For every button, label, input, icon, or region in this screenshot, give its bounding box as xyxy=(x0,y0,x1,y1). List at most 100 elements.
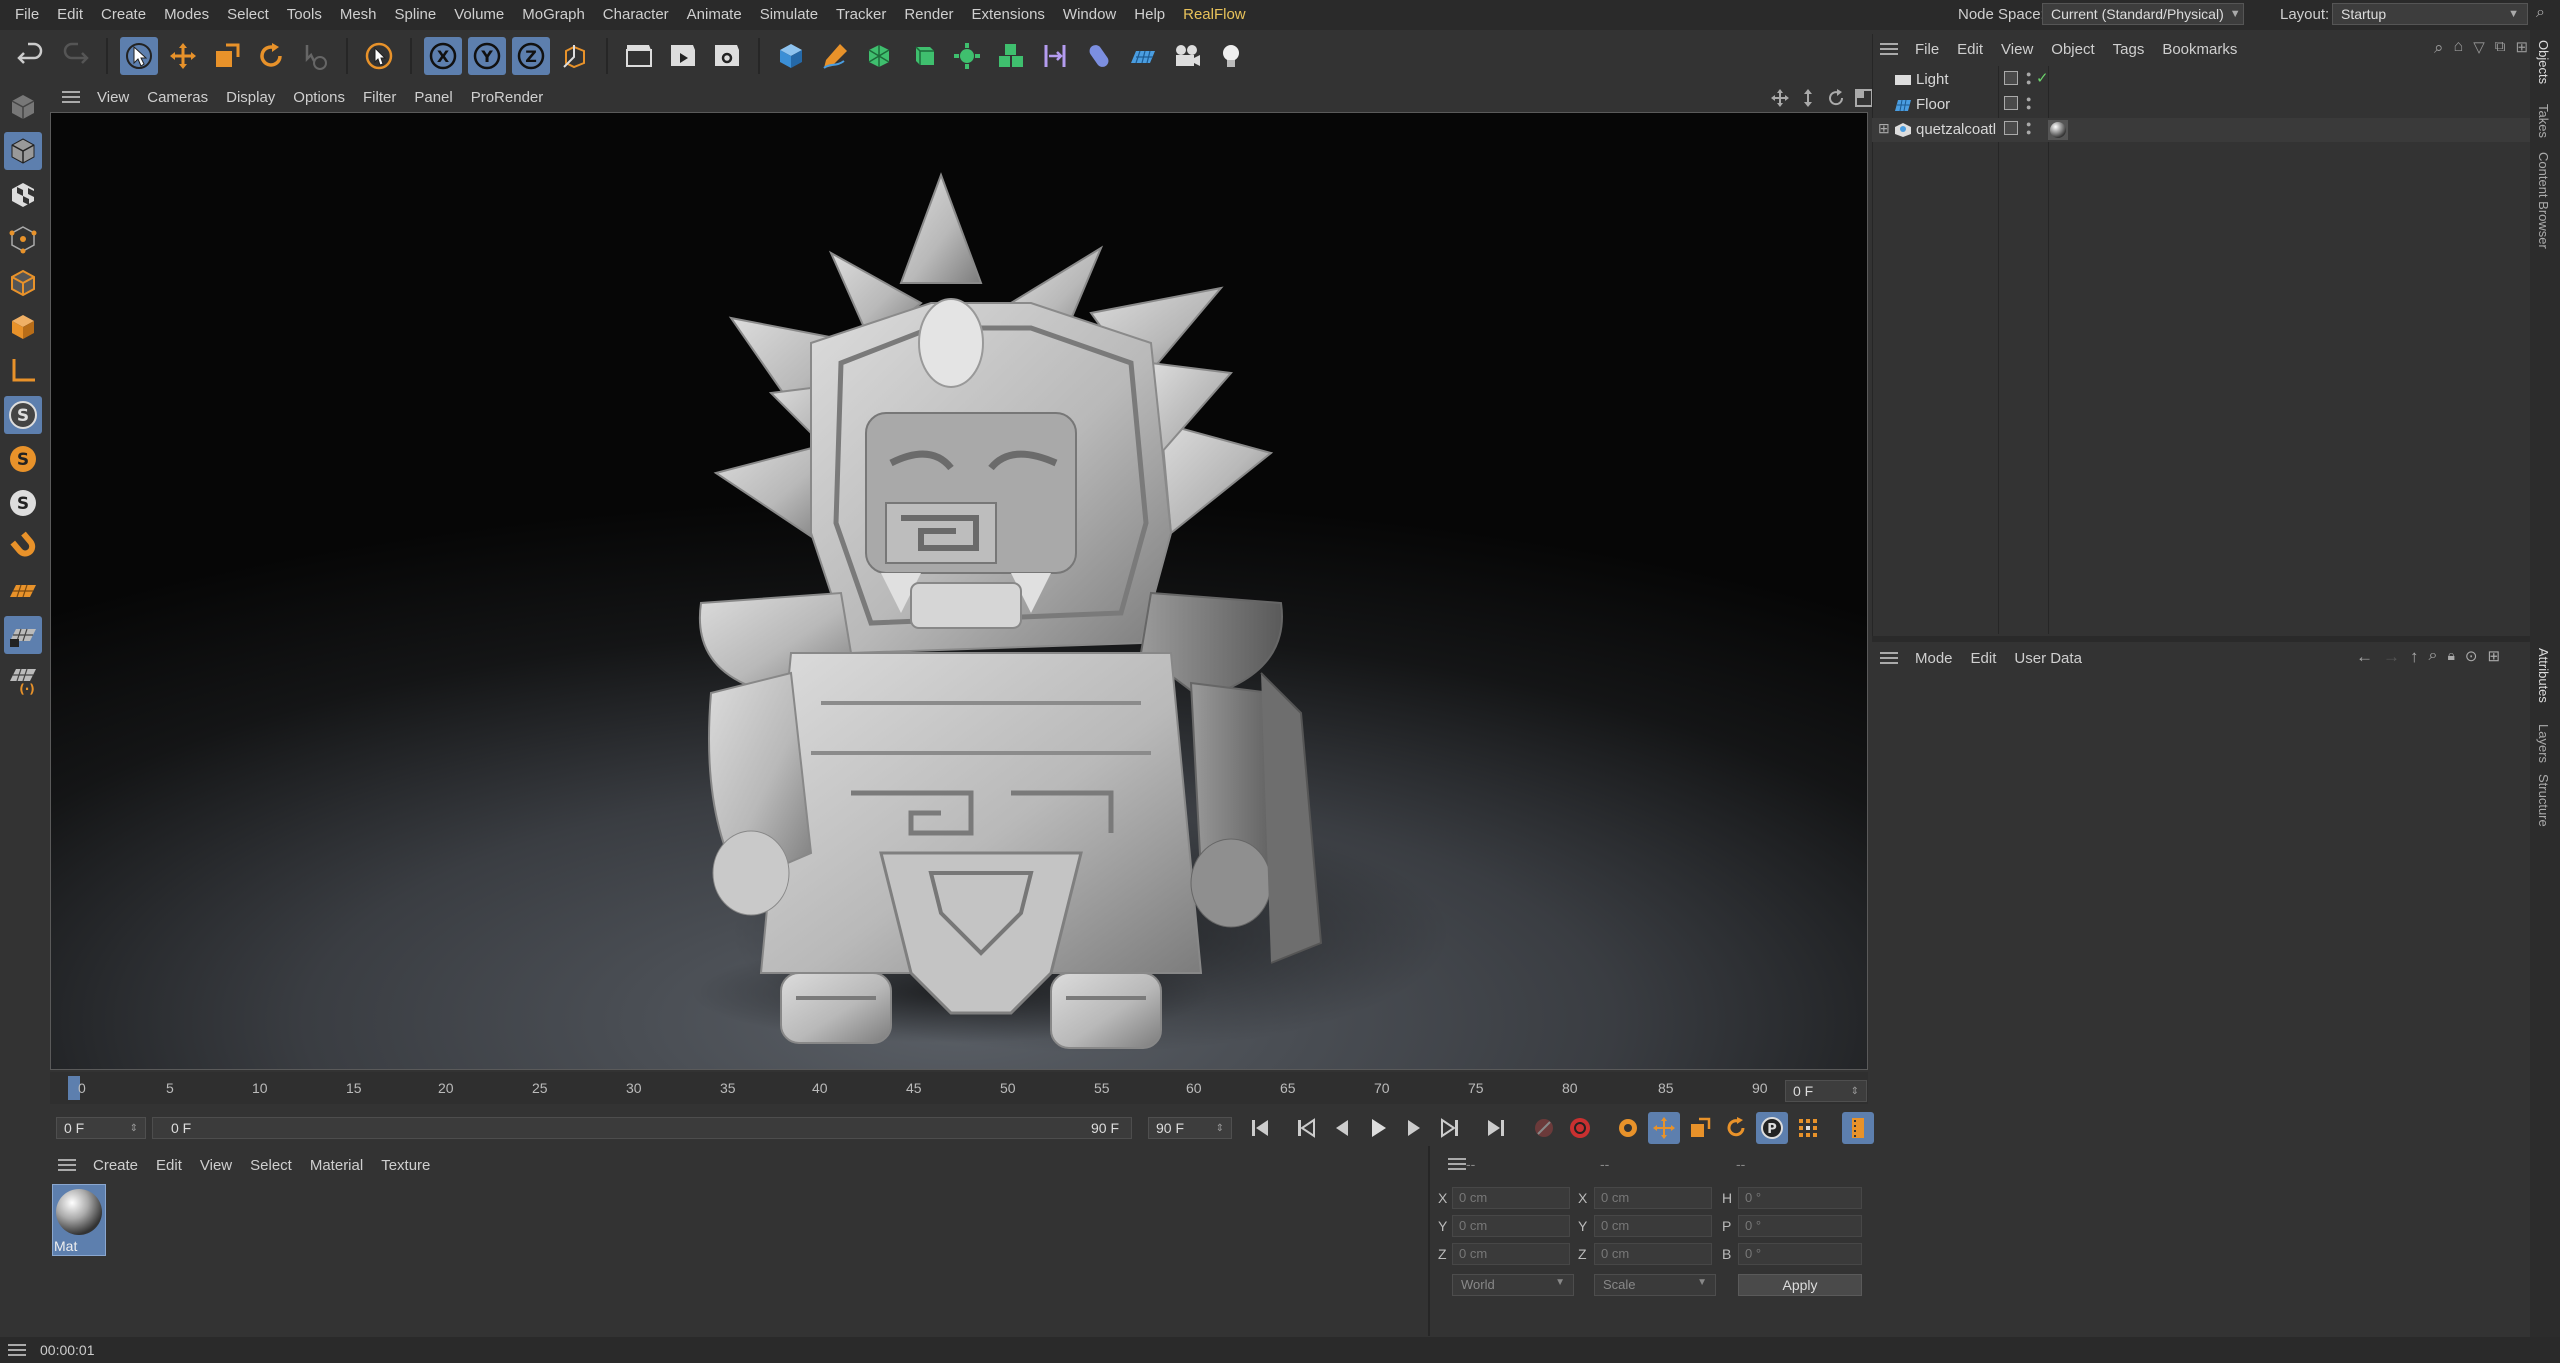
orbit-icon[interactable] xyxy=(1826,88,1846,108)
workplane-snap-button[interactable]: S xyxy=(4,484,42,522)
hamburger-icon[interactable] xyxy=(1448,1158,1466,1170)
make-editable-button[interactable] xyxy=(4,88,42,126)
edit-tag-icon[interactable] xyxy=(2004,96,2018,110)
menu-character[interactable]: Character xyxy=(594,0,678,30)
key-pla-button[interactable] xyxy=(1792,1112,1824,1144)
material-menu-view[interactable]: View xyxy=(191,1157,241,1174)
add-panel-icon[interactable]: ⊞ xyxy=(2515,38,2528,58)
stepper-icon[interactable]: ⇕ xyxy=(1216,1123,1224,1134)
search-icon[interactable]: ⌕ xyxy=(2434,38,2444,58)
prev-frame-button[interactable] xyxy=(1326,1112,1358,1144)
menu-realflow[interactable]: RealFlow xyxy=(1174,0,1255,30)
object-row-floor[interactable]: Floor ● ● xyxy=(1872,93,2530,117)
pos-y-field[interactable]: 0 cm xyxy=(1452,1215,1570,1237)
forward-arrow-icon[interactable]: → xyxy=(2383,647,2400,667)
visibility-dots-icon[interactable]: ● ● xyxy=(2026,120,2031,137)
layout-dropdown[interactable]: Startup ▼ xyxy=(2332,3,2528,25)
subdivision-surface-button[interactable] xyxy=(860,37,898,75)
panel-divider[interactable] xyxy=(1872,636,2530,642)
viewport-menu-view[interactable]: View xyxy=(88,89,138,106)
axis-mode-button[interactable] xyxy=(4,352,42,390)
apply-button[interactable]: Apply xyxy=(1738,1274,1862,1296)
viewport-menu-cameras[interactable]: Cameras xyxy=(138,89,217,106)
menu-extensions[interactable]: Extensions xyxy=(963,0,1054,30)
hamburger-icon[interactable] xyxy=(1880,652,1898,664)
material-tag-icon[interactable] xyxy=(2048,120,2068,140)
tab-attributes[interactable]: Attributes xyxy=(2536,648,2551,703)
material-menu-texture[interactable]: Texture xyxy=(372,1157,439,1174)
object-menu-view[interactable]: View xyxy=(1992,41,2042,58)
current-frame-field[interactable]: 0 F ⇕ xyxy=(1785,1080,1867,1102)
material-menu-edit[interactable]: Edit xyxy=(147,1157,191,1174)
stepper-icon[interactable]: ⇕ xyxy=(130,1123,138,1134)
z-axis-lock-button[interactable]: Z xyxy=(512,37,550,75)
menu-spline[interactable]: Spline xyxy=(386,0,446,30)
add-panel-icon[interactable]: ⊞ xyxy=(2488,647,2501,667)
viewport-menu-options[interactable]: Options xyxy=(284,89,354,106)
search-icon[interactable]: ⌕ xyxy=(2536,4,2545,22)
menu-select[interactable]: Select xyxy=(218,0,278,30)
field-button[interactable] xyxy=(1080,37,1118,75)
render-picture-viewer-button[interactable] xyxy=(664,37,702,75)
deformer-button[interactable] xyxy=(1036,37,1074,75)
coordinate-space-dropdown[interactable]: World ▼ xyxy=(1452,1274,1574,1296)
new-window-icon[interactable]: ⧉ xyxy=(2495,38,2506,58)
timeline-ruler[interactable]: 0 5 10 15 20 25 30 35 40 45 50 55 60 65 … xyxy=(50,1072,1868,1104)
go-to-start-button[interactable] xyxy=(1244,1112,1276,1144)
light-button[interactable] xyxy=(1212,37,1250,75)
tab-layers[interactable]: Layers xyxy=(2536,724,2551,763)
polygon-mode-button[interactable] xyxy=(4,308,42,346)
menu-mograph[interactable]: MoGraph xyxy=(513,0,594,30)
recent-tools-button[interactable] xyxy=(296,37,334,75)
settings-icon[interactable]: ⊙ xyxy=(2465,647,2478,667)
menu-render[interactable]: Render xyxy=(895,0,962,30)
edge-mode-button[interactable] xyxy=(4,264,42,302)
camera-button[interactable] xyxy=(1168,37,1206,75)
play-button[interactable] xyxy=(1362,1112,1394,1144)
menu-simulate[interactable]: Simulate xyxy=(751,0,827,30)
live-selection-button[interactable] xyxy=(120,37,158,75)
menu-tracker[interactable]: Tracker xyxy=(827,0,895,30)
key-scale-button[interactable] xyxy=(1684,1112,1716,1144)
size-y-field[interactable]: 0 cm xyxy=(1594,1215,1712,1237)
next-key-button[interactable] xyxy=(1434,1112,1466,1144)
object-coordinate-button[interactable] xyxy=(556,37,594,75)
rot-b-field[interactable]: 0 ° xyxy=(1738,1243,1862,1265)
3d-viewport[interactable] xyxy=(50,112,1868,1070)
hamburger-icon[interactable] xyxy=(8,1344,26,1356)
zoom-icon[interactable] xyxy=(1798,88,1818,108)
material-menu-select[interactable]: Select xyxy=(241,1157,301,1174)
viewport-menu-display[interactable]: Display xyxy=(217,89,284,106)
pen-button[interactable] xyxy=(816,37,854,75)
next-frame-button[interactable] xyxy=(1398,1112,1430,1144)
render-view-button[interactable] xyxy=(620,37,658,75)
tab-takes[interactable]: Takes xyxy=(2536,104,2551,138)
hamburger-icon[interactable] xyxy=(58,1159,76,1171)
toggle-view-icon[interactable] xyxy=(1854,88,1874,108)
snap-settings-button[interactable]: S xyxy=(4,440,42,478)
enabled-checkmark-icon[interactable]: ✓ xyxy=(2036,69,2049,87)
workplane-button[interactable] xyxy=(4,572,42,610)
tweak-mode-button[interactable] xyxy=(4,528,42,566)
max-frame-field[interactable]: 90 F ⇕ xyxy=(1148,1117,1232,1139)
object-row-light[interactable]: Light ● ● ✓ xyxy=(1872,68,2530,92)
rotate-tool-button[interactable] xyxy=(252,37,290,75)
size-z-field[interactable]: 0 cm xyxy=(1594,1243,1712,1265)
pos-z-field[interactable]: 0 cm xyxy=(1452,1243,1570,1265)
expand-icon[interactable]: ⊞ xyxy=(1878,120,1890,137)
redo-button[interactable] xyxy=(56,37,94,75)
viewport-menu-panel[interactable]: Panel xyxy=(405,89,461,106)
key-rotation-button[interactable] xyxy=(1720,1112,1752,1144)
visibility-dots-icon[interactable]: ● ● xyxy=(2026,95,2031,112)
attributes-menu-mode[interactable]: Mode xyxy=(1906,650,1962,667)
timeline-window-button[interactable] xyxy=(1842,1112,1874,1144)
pan-icon[interactable] xyxy=(1770,88,1790,108)
undo-button[interactable] xyxy=(12,37,50,75)
object-menu-file[interactable]: File xyxy=(1906,41,1948,58)
move-tool-button[interactable] xyxy=(164,37,202,75)
cube-button[interactable] xyxy=(772,37,810,75)
attributes-menu-edit[interactable]: Edit xyxy=(1962,650,2006,667)
menu-modes[interactable]: Modes xyxy=(155,0,218,30)
viewport-menu-filter[interactable]: Filter xyxy=(354,89,405,106)
size-x-field[interactable]: 0 cm xyxy=(1594,1187,1712,1209)
